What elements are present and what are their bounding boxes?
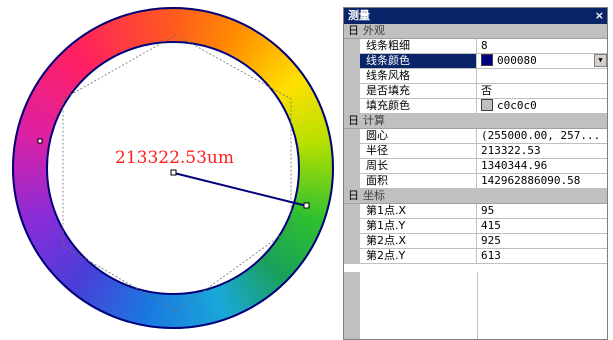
panel-titlebar: 测量 × — [344, 8, 607, 24]
property-name[interactable]: 第1点.Y — [360, 219, 477, 233]
property-value[interactable]: 000080 ▼ — [478, 54, 607, 68]
property-row[interactable]: 第1点.X 95 — [344, 204, 607, 219]
property-name[interactable]: 填充颜色 — [360, 99, 477, 113]
collapse-toggle-icon[interactable]: 日 — [348, 189, 359, 203]
property-value-text: 415 — [481, 219, 501, 232]
property-name[interactable]: 第1点.X — [360, 204, 477, 218]
property-name[interactable]: 线条风格 — [360, 69, 477, 83]
row-gutter — [344, 204, 360, 218]
close-button[interactable]: × — [595, 8, 604, 24]
property-value-text: 95 — [481, 204, 495, 217]
property-value[interactable]: c0c0c0 — [478, 99, 607, 113]
property-name[interactable]: 圆心 — [360, 129, 477, 143]
property-name[interactable]: 面积 — [360, 174, 477, 188]
property-row[interactable]: 填充颜色 c0c0c0 — [344, 99, 607, 114]
dropdown-arrow-icon[interactable]: ▼ — [594, 54, 607, 67]
row-gutter — [344, 159, 360, 173]
property-value[interactable]: 142962886090.58 — [478, 174, 607, 188]
property-row[interactable]: 半径 213322.53 — [344, 144, 607, 159]
property-name[interactable]: 线条颜色 — [360, 54, 477, 68]
property-row[interactable]: 第1点.Y 415 — [344, 219, 607, 234]
property-value-text: 8 — [481, 39, 488, 52]
property-value-text: 1340344.96 — [481, 159, 548, 172]
grid-divider — [477, 272, 478, 339]
property-name[interactable]: 是否填充 — [360, 84, 477, 98]
property-value[interactable]: 613 — [478, 249, 607, 263]
section-label: 坐标 — [363, 189, 385, 202]
row-gutter — [344, 144, 360, 158]
property-value-text: 000080 — [497, 54, 537, 67]
measurement-canvas[interactable]: 213322.53um — [0, 0, 340, 340]
radius-line[interactable] — [173, 172, 308, 207]
property-name[interactable]: 第2点.X — [360, 234, 477, 248]
property-name[interactable]: 半径 — [360, 144, 477, 158]
property-value[interactable]: 8 — [478, 39, 607, 53]
row-gutter — [344, 84, 360, 98]
row-gutter — [344, 129, 360, 143]
property-value-text: c0c0c0 — [497, 99, 537, 112]
property-row[interactable]: 周长 1340344.96 — [344, 159, 607, 174]
property-name[interactable]: 线条粗细 — [360, 39, 477, 53]
property-value-text: 213322.53 — [481, 144, 541, 157]
property-grid-empty-area — [344, 272, 607, 339]
row-gutter — [344, 54, 360, 68]
property-value-text: 142962886090.58 — [481, 174, 581, 187]
row-gutter — [344, 174, 360, 188]
property-value[interactable]: 925 — [478, 234, 607, 248]
color-swatch — [481, 99, 493, 111]
property-value-text: 925 — [481, 234, 501, 247]
section-label: 计算 — [363, 114, 385, 127]
measurement-overlay — [37, 34, 310, 312]
row-gutter — [344, 249, 360, 263]
section-header[interactable]: 日外观 — [344, 24, 607, 39]
section-header[interactable]: 日计算 — [344, 114, 607, 129]
row-gutter — [344, 234, 360, 248]
row-gutter — [344, 69, 360, 83]
property-row[interactable]: 线条风格 — [344, 69, 607, 84]
endpoint-handle[interactable] — [303, 202, 310, 209]
color-swatch — [481, 54, 493, 66]
row-gutter — [344, 219, 360, 233]
property-value[interactable]: 1340344.96 — [478, 159, 607, 173]
property-value-text: 613 — [481, 249, 501, 262]
property-row[interactable]: 线条颜色 000080 ▼ — [344, 54, 607, 69]
property-name[interactable]: 第2点.Y — [360, 249, 477, 263]
row-gutter — [344, 39, 360, 53]
property-grid: 日外观 线条粗细 8 线条颜色 000080 ▼ 线条风格 是否填充否填充颜色 c0c0c0 日计… — [344, 24, 607, 264]
row-gutter — [344, 99, 360, 113]
property-value[interactable]: 否 — [478, 84, 607, 98]
collapse-toggle-icon[interactable]: 日 — [348, 24, 359, 38]
property-name[interactable]: 周长 — [360, 159, 477, 173]
property-value-text: 否 — [481, 84, 492, 97]
property-value[interactable] — [478, 69, 607, 83]
property-row[interactable]: 线条粗细 8 — [344, 39, 607, 54]
collapse-toggle-icon[interactable]: 日 — [348, 114, 359, 128]
property-row[interactable]: 第2点.X 925 — [344, 234, 607, 249]
grid-gutter — [344, 272, 360, 339]
panel-title: 测量 — [348, 9, 370, 22]
property-row[interactable]: 面积 142962886090.58 — [344, 174, 607, 189]
center-handle[interactable] — [170, 169, 177, 176]
radius-measurement-label: 213322.53um — [115, 148, 234, 168]
property-value[interactable]: 95 — [478, 204, 607, 218]
property-value[interactable]: 415 — [478, 219, 607, 233]
property-value-text: (255000.00, 257... — [481, 129, 601, 142]
property-value[interactable]: 213322.53 — [478, 144, 607, 158]
property-value[interactable]: (255000.00, 257... — [478, 129, 607, 143]
section-header[interactable]: 日坐标 — [344, 189, 607, 204]
property-panel: 测量 × 日外观 线条粗细 8 线条颜色 000080 ▼ 线条风格 是否填充否填充颜色 c0c… — [343, 7, 608, 340]
property-row[interactable]: 是否填充否 — [344, 84, 607, 99]
property-row[interactable]: 第2点.Y 613 — [344, 249, 607, 264]
property-row[interactable]: 圆心 (255000.00, 257... — [344, 129, 607, 144]
left-handle[interactable] — [37, 138, 43, 144]
section-label: 外观 — [363, 24, 385, 37]
